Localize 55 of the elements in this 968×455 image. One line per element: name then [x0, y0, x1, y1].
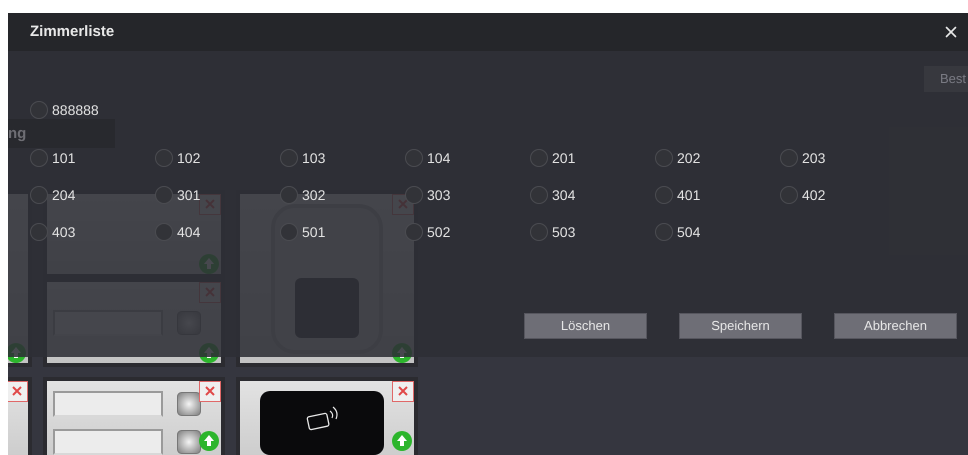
room-label: 104 [427, 151, 450, 165]
radio-button[interactable] [30, 149, 48, 167]
room-label: 401 [677, 188, 700, 202]
room-label: 502 [427, 225, 450, 239]
room-label: 204 [52, 188, 76, 202]
room-label: 302 [302, 188, 326, 202]
dialog-button[interactable]: Löschen [524, 313, 647, 339]
radio-button[interactable] [155, 149, 173, 167]
radio-button[interactable] [30, 223, 48, 241]
room-label: 301 [177, 188, 200, 202]
room-label: 504 [677, 225, 700, 239]
radio-button[interactable] [155, 223, 173, 241]
room-label: 503 [552, 225, 576, 239]
radio-button[interactable] [655, 186, 673, 204]
input-field[interactable] [53, 391, 163, 417]
radio-button[interactable] [655, 149, 673, 167]
room-label: 402 [802, 188, 826, 202]
toolbar-button[interactable]: Best [924, 66, 968, 92]
radio-button[interactable] [155, 186, 173, 204]
room-label: 404 [177, 225, 200, 239]
room-label: 201 [552, 151, 576, 165]
radio-button[interactable] [530, 186, 548, 204]
radio-button[interactable] [530, 223, 548, 241]
dialog-button[interactable]: Speichern [679, 313, 802, 339]
dialog-button[interactable]: Abbrechen [834, 313, 957, 339]
arrow-up-icon[interactable] [199, 431, 219, 451]
room-label: 888888 [52, 103, 99, 117]
room-label: 304 [552, 188, 576, 202]
push-button-icon[interactable] [177, 430, 201, 454]
radio-button[interactable] [405, 186, 423, 204]
input-field[interactable] [53, 429, 163, 455]
radio-button[interactable] [280, 223, 298, 241]
radio-button[interactable] [655, 223, 673, 241]
push-button-icon[interactable] [177, 392, 201, 416]
radio-button[interactable] [280, 149, 298, 167]
radio-button[interactable] [30, 101, 48, 119]
room-label: 102 [177, 151, 200, 165]
room-label: 203 [802, 151, 826, 165]
room-label: 501 [302, 225, 326, 239]
radio-button[interactable] [780, 186, 798, 204]
radio-button[interactable] [530, 149, 548, 167]
tab[interactable]: ng [8, 119, 115, 148]
radio-button[interactable] [780, 149, 798, 167]
room-label: 103 [302, 151, 326, 165]
radio-button[interactable] [405, 149, 423, 167]
room-label: 303 [427, 188, 450, 202]
card-reader-icon [260, 391, 384, 455]
arrow-up-icon[interactable] [392, 431, 412, 451]
room-label: 101 [52, 151, 76, 165]
radio-button[interactable] [405, 223, 423, 241]
radio-button[interactable] [30, 186, 48, 204]
dialog-title: Zimmerliste [30, 22, 114, 42]
radio-button[interactable] [280, 186, 298, 204]
room-label: 202 [677, 151, 700, 165]
room-label: 403 [52, 225, 76, 239]
